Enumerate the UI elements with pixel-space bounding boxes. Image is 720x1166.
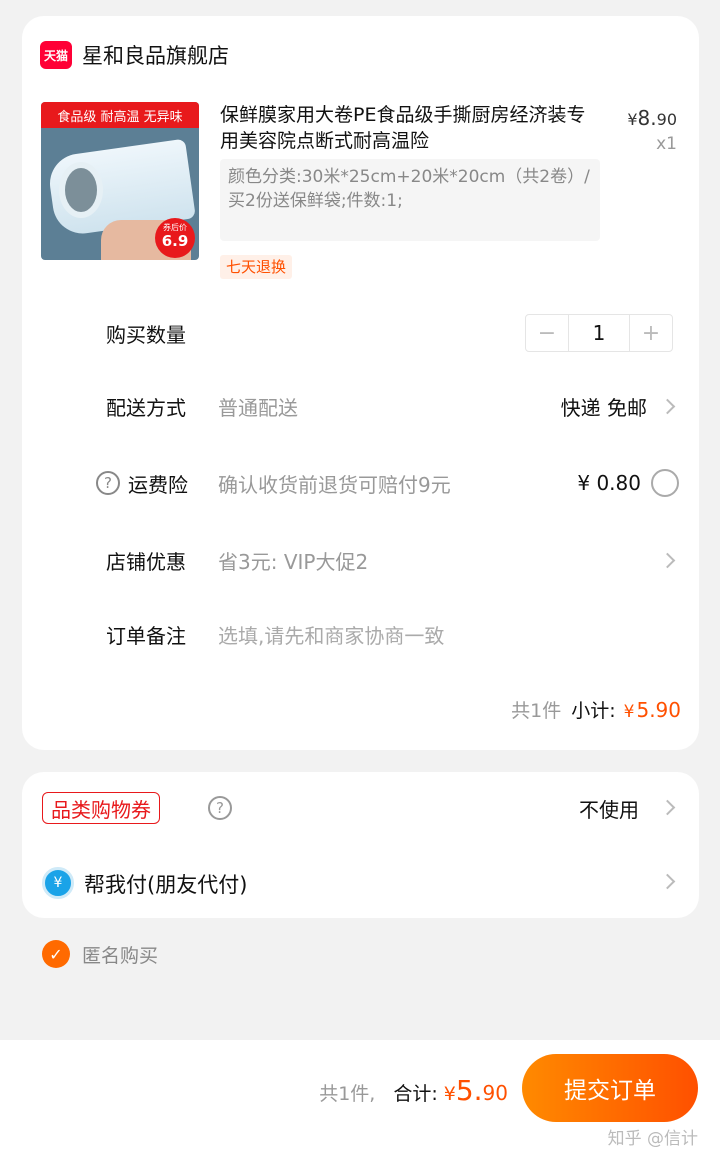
help-icon[interactable]: ?	[96, 471, 120, 495]
total-decimal: 90	[482, 1081, 508, 1105]
category-coupon-tag: 品类购物券	[42, 792, 160, 824]
subtotal-count: 共1件	[511, 700, 562, 722]
payment-card: 品类购物券 ? 不使用 ¥ 帮我付(朋友代付)	[22, 772, 699, 918]
tmall-logo-icon: 天猫	[40, 41, 72, 69]
anonymous-label: 匿名购买	[82, 944, 159, 967]
badge-label: 券后价	[163, 223, 187, 232]
store-name[interactable]: 星和良品旗舰店	[82, 40, 229, 70]
subtotal-currency: ¥	[623, 702, 635, 722]
friend-pay-label[interactable]: 帮我付(朋友代付)	[84, 869, 247, 899]
delivery-value: 普通配送	[218, 395, 298, 420]
anonymous-purchase[interactable]: ✓ 匿名购买	[42, 940, 158, 968]
product-title[interactable]: 保鲜膜家用大卷PE食品级手撕厨房经济装专用美容院点断式耐高温险	[220, 102, 600, 154]
order-note-input[interactable]: 选填,请先和商家协商一致	[218, 620, 444, 649]
thumbnail-tags: 食品级 耐高温 无异味	[41, 102, 199, 128]
chevron-right-icon	[659, 873, 676, 890]
subtotal-label: 小计:	[571, 700, 616, 722]
coupon-price-badge: 券后价 6.9	[155, 218, 195, 258]
store-discount-value: 省3元: VIP大促2	[218, 549, 369, 574]
price-decimal: 90	[656, 110, 677, 129]
quantity-stepper[interactable]: − 1 +	[525, 314, 673, 352]
order-note-label: 订单备注	[106, 623, 186, 648]
product-thumbnail[interactable]: 食品级 耐高温 无异味 券后价 6.9	[41, 102, 199, 260]
shipping-insurance-label: 运费险	[128, 472, 188, 497]
shipping-insurance-price: ¥ 0.80	[577, 471, 641, 495]
increment-button[interactable]: +	[630, 315, 672, 351]
shipping-insurance-desc: 确认收货前退货可赔付9元	[218, 472, 451, 497]
radio-circle-icon[interactable]	[651, 469, 679, 497]
decrement-button[interactable]: −	[526, 315, 568, 351]
sku-selection[interactable]: 颜色分类:30米*25cm+20米*20cm（共2卷）/买2份送保鲜袋;件数:1…	[220, 159, 600, 241]
chevron-right-icon	[659, 799, 676, 816]
badge-price: 6.9	[161, 232, 189, 250]
subtotal-amount: 5.90	[636, 698, 681, 722]
order-total: 共1件, 合计: ¥ 5. 90	[319, 1074, 508, 1107]
delivery-method: 快递 免邮	[560, 395, 647, 420]
return-policy-tag: 七天退换	[220, 255, 293, 279]
subtotal: 共1件 小计: ¥ 5.90	[511, 696, 681, 723]
store-card: 天猫 星和良品旗舰店 食品级 耐高温 无异味 券后价 6.9 保鲜膜家用大卷PE…	[22, 16, 699, 750]
price-currency: ¥	[627, 110, 638, 129]
bottom-bar: 共1件, 合计: ¥ 5. 90 提交订单 知乎 @信计	[0, 1040, 720, 1166]
product-price: ¥8.90	[627, 106, 677, 130]
delivery-label: 配送方式	[106, 395, 186, 420]
product-quantity: x1	[656, 134, 677, 154]
check-icon[interactable]: ✓	[42, 940, 70, 968]
store-discount-label: 店铺优惠	[106, 549, 186, 574]
total-currency: ¥	[443, 1083, 456, 1105]
store-discount-row[interactable]: 店铺优惠 省3元: VIP大促2	[22, 540, 699, 580]
chevron-right-icon	[659, 398, 676, 414]
total-integer: 5.	[455, 1074, 483, 1107]
quantity-row: 购买数量 − 1 +	[22, 313, 699, 353]
help-icon[interactable]: ?	[208, 796, 232, 820]
price-integer: 8.	[637, 106, 657, 130]
coupon-value[interactable]: 不使用	[579, 794, 639, 823]
store-header[interactable]: 天猫 星和良品旗舰店	[40, 40, 229, 70]
quantity-value[interactable]: 1	[568, 315, 630, 351]
total-count: 共1件,	[319, 1083, 376, 1105]
submit-order-button[interactable]: 提交订单	[522, 1054, 698, 1122]
roll-core-image	[59, 162, 103, 218]
shipping-insurance-row: ? 运费险 确认收货前退货可赔付9元 ¥ 0.80	[22, 463, 699, 503]
watermark: 知乎 @信计	[607, 1129, 698, 1149]
chevron-right-icon	[659, 552, 676, 568]
quantity-label: 购买数量	[106, 322, 186, 347]
delivery-row[interactable]: 配送方式 普通配送 快递 免邮	[22, 386, 699, 426]
friend-pay-icon: ¥	[42, 867, 74, 899]
order-note-row: 订单备注 选填,请先和商家协商一致	[22, 614, 699, 654]
total-label: 合计:	[393, 1083, 438, 1105]
